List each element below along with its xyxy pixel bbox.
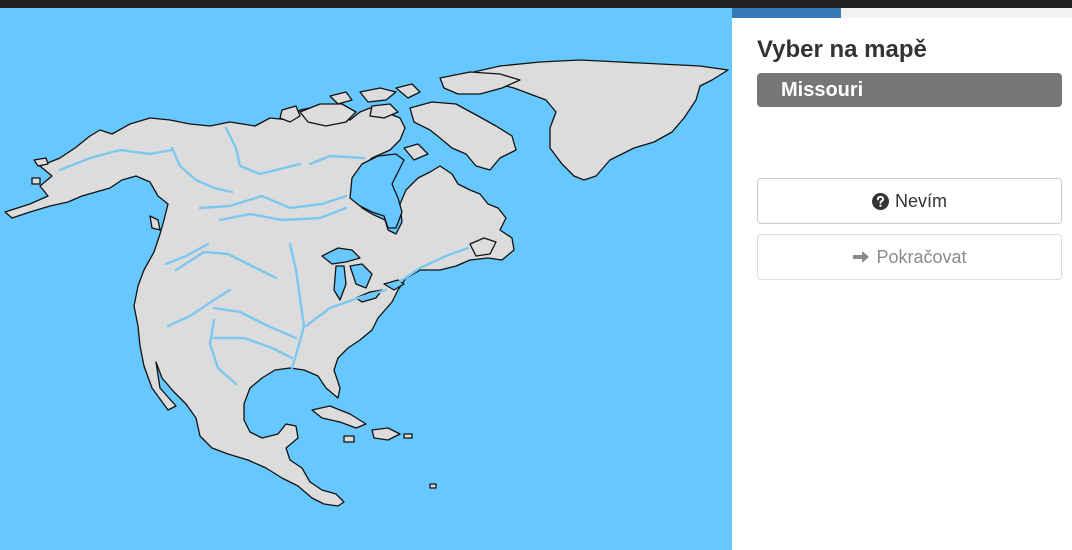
aleutian-island-1 — [33, 157, 49, 167]
target-label: Missouri — [757, 73, 1062, 107]
mainland-land[interactable] — [4, 105, 515, 507]
continue-label: Pokračovat — [876, 246, 967, 267]
quiz-prompt: Vyber na mapě — [757, 36, 927, 63]
arctic-island-1 — [359, 87, 397, 103]
north-america-map[interactable] — [0, 8, 732, 550]
top-bar — [0, 0, 1072, 8]
cuba — [311, 405, 367, 429]
quiz-map[interactable] — [0, 8, 732, 550]
dont-know-button[interactable]: Nevím — [757, 178, 1062, 224]
arctic-island-2 — [395, 83, 421, 99]
quiz-panel: Vyber na mapě Missouri Nevím Pokračovat — [732, 8, 1072, 550]
vancouver-island — [149, 215, 161, 231]
puerto-rico — [403, 433, 413, 439]
progress-bar — [732, 8, 1072, 18]
arctic-island-3 — [329, 91, 353, 105]
hispaniola — [371, 427, 401, 441]
aleutian-island-2 — [31, 177, 41, 185]
small-island — [429, 483, 437, 489]
arrow-right-icon — [852, 249, 870, 265]
question-circle-icon — [871, 192, 889, 210]
southampton-island — [403, 143, 429, 161]
dont-know-label: Nevím — [894, 190, 947, 211]
baffin-island — [409, 101, 517, 171]
jamaica — [343, 435, 355, 443]
continue-button[interactable]: Pokračovat — [757, 234, 1062, 280]
progress-bar-fill — [732, 8, 841, 18]
